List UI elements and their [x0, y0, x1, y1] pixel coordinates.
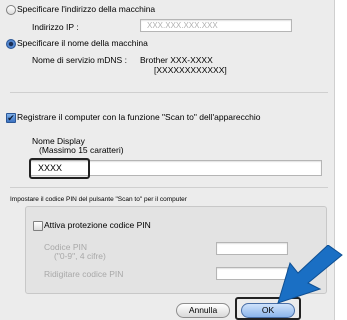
separator [10, 92, 328, 93]
register-computer-label: Registrare il computer con la funzione "… [17, 112, 261, 122]
mdns-service-label: Nome di servizio mDNS : [32, 55, 127, 65]
specify-name-label: Specificare il nome della macchina [17, 38, 148, 48]
ip-address-field[interactable]: XXX.XXX.XXX.XXX [140, 19, 292, 32]
display-name-highlight [29, 158, 90, 179]
specify-name-radio[interactable] [6, 39, 16, 49]
register-computer-checkbox[interactable]: ✔ [6, 113, 16, 123]
enable-pin-label: Attiva protezione codice PIN [44, 220, 151, 230]
separator [10, 187, 328, 188]
display-name-hint: (Massimo 15 caratteri) [39, 145, 124, 155]
pointer-arrow-icon [277, 245, 343, 304]
cancel-button[interactable]: Annulla [176, 303, 230, 318]
pin-section-label: Impostare il codice PIN del pulsante "Sc… [10, 196, 187, 203]
ip-address-label: Indirizzo IP : [32, 22, 79, 32]
confirm-pin-label: Ridigitare codice PIN [44, 269, 124, 279]
specify-address-label: Specificare l'indirizzo della macchina [17, 4, 156, 14]
enable-pin-checkbox[interactable] [33, 221, 43, 231]
specify-address-radio[interactable] [6, 5, 16, 15]
pin-code-hint: ("0-9", 4 cifre) [54, 251, 106, 261]
mdns-service-value: Brother XXX-XXXX [140, 55, 213, 65]
mdns-service-id: [XXXXXXXXXXXX] [154, 65, 227, 75]
